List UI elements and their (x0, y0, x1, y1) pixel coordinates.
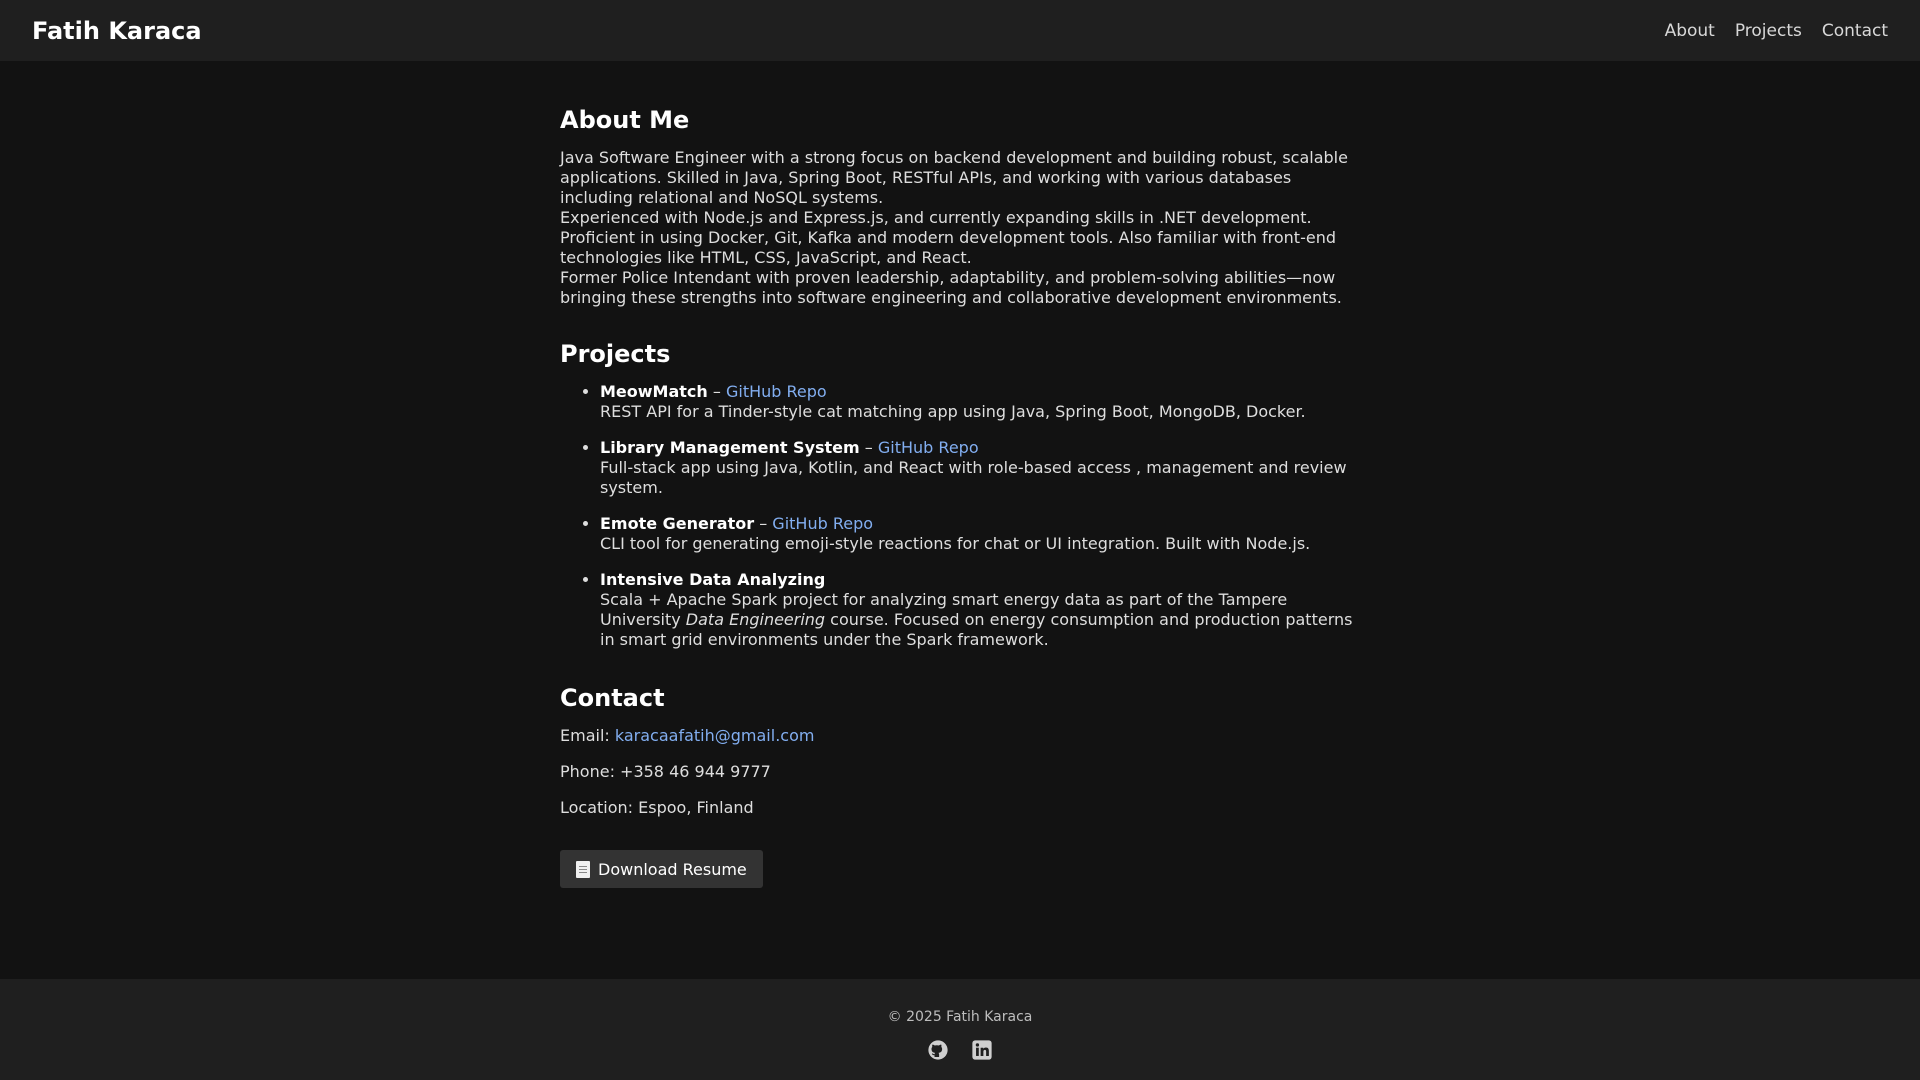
contact-email: Email: karacaafatih@gmail.com (560, 726, 1360, 746)
about-section: About Me Java Software Engineer with a s… (560, 106, 1360, 308)
project-description: Full-stack app using Java, Kotlin, and R… (600, 458, 1347, 497)
project-github-link[interactable]: GitHub Repo (878, 438, 979, 457)
contact-heading: Contact (560, 684, 665, 712)
nav-about[interactable]: About (1665, 21, 1715, 41)
projects-section: Projects MeowMatch – GitHub Repo REST AP… (560, 340, 1360, 650)
download-resume-button[interactable]: Download Resume (560, 850, 763, 888)
linkedin-icon[interactable] (971, 1039, 993, 1061)
project-separator: – (864, 438, 873, 457)
contact-phone: Phone: +358 46 944 9777 (560, 762, 771, 781)
project-github-link[interactable]: GitHub Repo (772, 514, 873, 533)
github-icon[interactable] (927, 1039, 949, 1061)
project-description: CLI tool for generating emoji-style reac… (600, 534, 1311, 553)
project-separator: – (759, 514, 768, 533)
projects-heading: Projects (560, 340, 671, 368)
about-heading: About Me (560, 106, 690, 134)
project-item: MeowMatch – GitHub Repo REST API for a T… (600, 382, 1360, 422)
project-name: Library Management System (600, 438, 860, 457)
nav-projects[interactable]: Projects (1735, 21, 1802, 41)
project-item: Intensive Data Analyzing Scala + Apache … (600, 570, 1360, 650)
course-name: Data Engineering (685, 610, 826, 629)
top-navbar: Fatih Karaca About Projects Contact (0, 0, 1920, 61)
download-resume-label: Download Resume (598, 859, 747, 879)
project-item: Emote Generator – GitHub Repo CLI tool f… (600, 514, 1360, 554)
email-label: Email: (560, 726, 610, 745)
about-text: Java Software Engineer with a strong foc… (560, 148, 1360, 308)
copyright-text: © 2025 Fatih Karaca (887, 1009, 1033, 1025)
about-paragraph: Java Software Engineer with a strong foc… (560, 148, 1348, 207)
project-description: REST API for a Tinder-style cat matching… (600, 402, 1306, 421)
main-content: About Me Java Software Engineer with a s… (560, 106, 1360, 888)
document-icon (576, 860, 590, 878)
brand-logo[interactable]: Fatih Karaca (32, 17, 202, 45)
main-nav: About Projects Contact (1665, 21, 1888, 41)
project-description: Scala + Apache Spark project for analyzi… (600, 590, 1352, 649)
project-github-link[interactable]: GitHub Repo (726, 382, 827, 401)
email-link[interactable]: karacaafatih@gmail.com (615, 726, 815, 745)
nav-contact[interactable]: Contact (1822, 21, 1888, 41)
contact-section: Contact Email: karacaafatih@gmail.com Ph… (560, 684, 1360, 888)
projects-list: MeowMatch – GitHub Repo REST API for a T… (560, 382, 1360, 650)
project-name: Intensive Data Analyzing (600, 570, 826, 589)
project-name: Emote Generator (600, 514, 755, 533)
about-paragraph: Former Police Intendant with proven lead… (560, 268, 1342, 307)
project-separator: – (712, 382, 721, 401)
about-paragraph: Experienced with Node.js and Express.js,… (560, 208, 1336, 267)
project-item: Library Management System – GitHub Repo … (600, 438, 1360, 498)
social-links (927, 1039, 993, 1061)
project-name: MeowMatch (600, 382, 708, 401)
footer: © 2025 Fatih Karaca (0, 979, 1920, 1080)
contact-location: Location: Espoo, Finland (560, 798, 754, 817)
